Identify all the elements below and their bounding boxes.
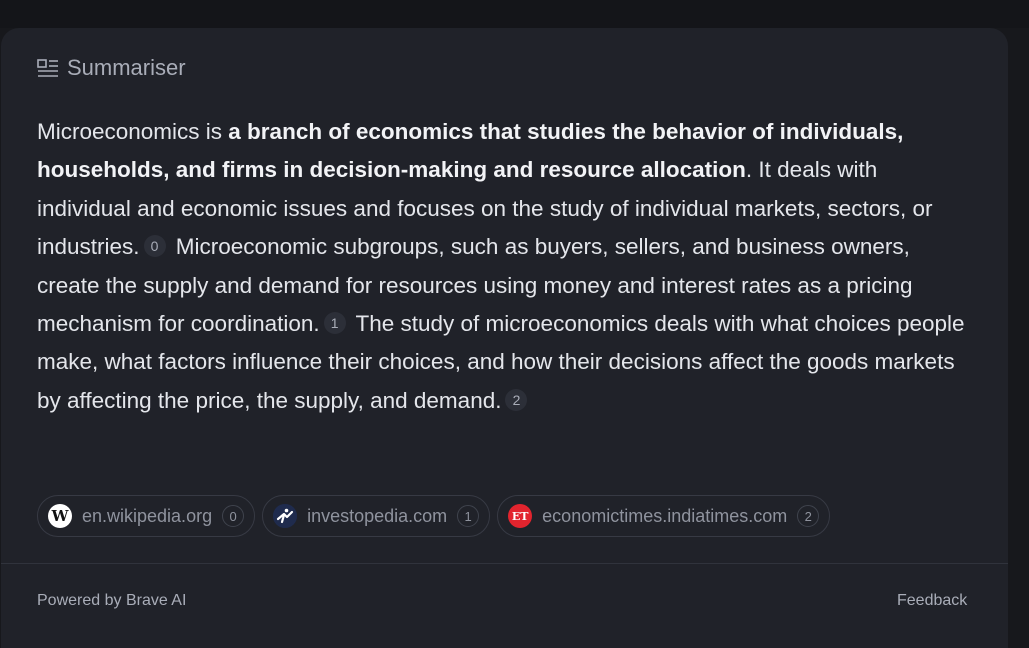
source-investopedia[interactable]: investopedia.com 1 (262, 495, 491, 537)
source-economictimes[interactable]: ET economictimes.indiatimes.com 2 (497, 495, 831, 537)
source-number: 0 (222, 505, 245, 527)
summariser-title: Summariser (67, 55, 186, 80)
summary-text: Microeconomics is a branch of economics … (37, 113, 972, 420)
wikipedia-icon: W (48, 504, 72, 528)
summariser-header: Summariser (37, 55, 186, 81)
summary-text-part: Microeconomics is (37, 119, 229, 144)
source-domain: en.wikipedia.org (82, 505, 213, 526)
source-wikipedia[interactable]: W en.wikipedia.org 0 (37, 495, 256, 537)
citation-1[interactable]: 1 (323, 312, 346, 335)
feedback-link[interactable]: Feedback (897, 592, 967, 610)
source-number: 1 (457, 505, 480, 527)
source-number: 2 (797, 505, 820, 527)
powered-by-label: Powered by Brave AI (37, 592, 187, 609)
investopedia-icon (273, 504, 298, 528)
citation-0[interactable]: 0 (143, 235, 166, 258)
citation-2[interactable]: 2 (505, 388, 528, 411)
footer-divider (1, 563, 1008, 564)
source-domain: economictimes.indiatimes.com (542, 505, 788, 526)
top-strip (0, 0, 1029, 28)
summary-icon (37, 58, 59, 78)
source-list: W en.wikipedia.org 0 investopedia.com 1 … (37, 495, 831, 537)
economictimes-icon: ET (508, 504, 533, 528)
source-domain: investopedia.com (307, 505, 448, 526)
